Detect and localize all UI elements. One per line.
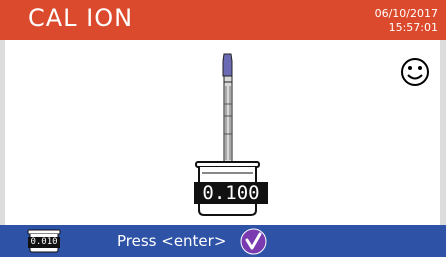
previous-standard-value: 0.010 [28,237,60,248]
checkmark-icon[interactable] [240,228,267,255]
time-label: 15:57:01 [388,21,438,34]
footer-bar: 0.010 Press <enter> [0,225,446,257]
page-title: CAL ION [28,4,134,32]
calibration-screen: CAL ION 06/10/2017 15:57:01 0.100 0.010 … [0,0,446,257]
smiley-icon [401,58,429,86]
date-label: 06/10/2017 [374,7,438,20]
press-enter-prompt: Press <enter> [117,232,227,250]
left-border [0,40,5,225]
standard-value-display: 0.100 [194,182,268,204]
electrode-icon [222,53,233,172]
right-border [440,40,446,225]
title-bar: CAL ION 06/10/2017 15:57:01 [0,0,446,40]
